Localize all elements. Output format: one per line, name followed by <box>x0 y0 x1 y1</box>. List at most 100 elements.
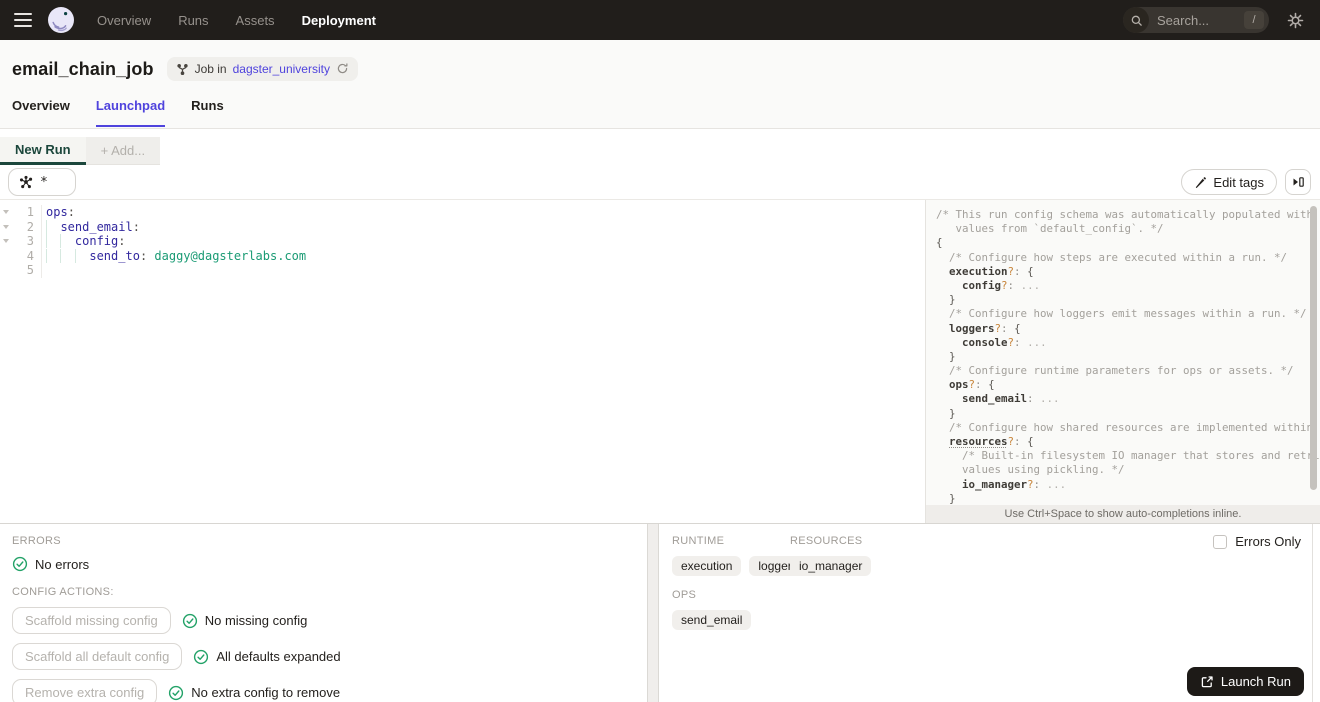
op-selector-value: * <box>40 175 48 190</box>
autocomplete-hint: Use Ctrl+Space to show auto-completions … <box>926 505 1320 523</box>
hamburger-menu-icon[interactable] <box>14 13 32 27</box>
fold-chevron-icon[interactable] <box>0 225 12 229</box>
job-location-badge: Job in dagster_university <box>167 57 358 81</box>
tab-launchpad[interactable]: Launchpad <box>96 98 165 127</box>
nav-assets[interactable]: Assets <box>236 13 275 28</box>
code-line: /* Configure how steps are executed with… <box>936 251 1302 265</box>
edit-tags-button[interactable]: Edit tags <box>1181 169 1277 195</box>
line-number: 5 <box>12 263 42 278</box>
session-tab-new-run[interactable]: New Run <box>0 137 86 165</box>
tag-io_manager[interactable]: io_manager <box>790 556 871 576</box>
code-line: } <box>936 293 1302 307</box>
errors-only-toggle: Errors Only <box>1213 534 1301 549</box>
section-label: RUNTIME <box>672 535 790 547</box>
code-line: ops: <box>46 205 306 220</box>
job-graph-icon <box>176 63 189 76</box>
code-line: /* Built-in filesystem IO manager that s… <box>936 449 1302 463</box>
schema-scrollbar[interactable] <box>1310 206 1317 490</box>
action-status-text: No extra config to remove <box>191 685 340 700</box>
errors-only-checkbox[interactable] <box>1213 535 1227 549</box>
launchpad-toolbar: * Edit tags <box>0 165 1320 200</box>
check-circle-icon <box>193 649 209 665</box>
search-input[interactable]: Search... / <box>1123 7 1269 33</box>
action-status-text: All defaults expanded <box>216 649 340 664</box>
launch-run-label: Launch Run <box>1221 674 1291 689</box>
code-line: { <box>936 236 1302 250</box>
dagster-logo-icon[interactable] <box>47 6 75 34</box>
code-line: } <box>936 492 1302 506</box>
settings-gear-icon[interactable] <box>1287 12 1304 29</box>
gutter-line: 4 <box>0 249 42 264</box>
config-action-row: Remove extra config No extra config to re… <box>12 679 635 702</box>
add-session-tab-button[interactable]: + Add... <box>86 137 160 165</box>
code-line: /* Configure how shared resources are im… <box>936 421 1302 435</box>
code-line: console?: ... <box>936 336 1302 350</box>
gutter-line: 1 <box>0 205 42 220</box>
config-schema-panel[interactable]: /* This run config schema was automatica… <box>925 200 1320 523</box>
badge-prefix: Job in <box>195 62 227 76</box>
bottom-splitter-handle[interactable] <box>647 524 659 702</box>
code-line: ops?: { <box>936 378 1302 392</box>
tag-row: io_manager <box>790 556 871 576</box>
action-status-text: No missing config <box>205 613 308 628</box>
op-selector-input[interactable]: * <box>8 168 76 196</box>
line-number: 2 <box>12 220 42 235</box>
code-line: send_email: <box>46 220 306 235</box>
launchpad-session-tabs: New Run+ Add... <box>0 137 1320 165</box>
launch-run-button[interactable]: Launch Run <box>1187 667 1304 696</box>
errors-only-label: Errors Only <box>1235 534 1301 549</box>
config-action-row: Scaffold all default config All defaults … <box>12 643 635 670</box>
code-line: /* Configure how loggers emit messages w… <box>936 307 1302 321</box>
fold-chevron-icon[interactable] <box>0 239 12 243</box>
tab-overview[interactable]: Overview <box>12 98 70 127</box>
config-action-row: Scaffold missing config No missing config <box>12 607 635 634</box>
tab-runs[interactable]: Runs <box>191 98 224 127</box>
code-line <box>46 263 306 278</box>
code-line: values using pickling. */ <box>936 463 1302 477</box>
check-circle-icon <box>168 685 184 701</box>
config-code-editor[interactable]: 12345 ops: send_email: config: send_to: … <box>0 200 925 523</box>
topbar-nav: Overview Runs Assets Deployment <box>97 13 376 28</box>
section-group-ops: OPS send_email <box>672 589 1299 630</box>
code-line: config?: ... <box>936 279 1302 293</box>
action-status: No missing config <box>182 613 308 629</box>
play-panel-icon <box>1291 175 1305 189</box>
scaffold-all-default-config-button[interactable]: Scaffold all default config <box>12 643 182 670</box>
reload-icon[interactable] <box>336 62 349 77</box>
line-number: 1 <box>12 205 42 220</box>
search-icon <box>1123 7 1149 33</box>
gutter-line: 2 <box>0 220 42 235</box>
pencil-icon <box>1194 176 1207 189</box>
scaffold-missing-config-button[interactable]: Scaffold missing config <box>12 607 171 634</box>
fold-chevron-icon[interactable] <box>0 210 12 214</box>
repo-link[interactable]: dagster_university <box>233 62 330 76</box>
search-placeholder: Search... <box>1157 13 1244 28</box>
code-line: loggers?: { <box>936 322 1302 336</box>
editor-gutter: 12345 <box>0 205 42 523</box>
gutter-line: 3 <box>0 234 42 249</box>
code-line: io_manager?: ... <box>936 478 1302 492</box>
tag-send_email[interactable]: send_email <box>672 610 751 630</box>
errors-label: ERRORS <box>12 535 635 547</box>
code-line: /* This run config schema was automatica… <box>936 208 1302 222</box>
code-line: resources?: { <box>936 435 1302 449</box>
check-circle-icon <box>182 613 198 629</box>
code-line: } <box>936 350 1302 364</box>
section-group-runtime: RUNTIME executionloggers <box>672 535 790 576</box>
nav-deployment[interactable]: Deployment <box>302 13 376 28</box>
code-line: config: <box>46 234 306 249</box>
nav-runs[interactable]: Runs <box>178 13 208 28</box>
expand-panel-button[interactable] <box>1285 169 1311 195</box>
tag-row: executionloggers <box>672 556 790 576</box>
tag-execution[interactable]: execution <box>672 556 741 576</box>
op-graph-icon <box>19 175 33 189</box>
check-circle-icon <box>12 556 28 572</box>
search-shortcut-key: / <box>1244 11 1264 29</box>
no-errors-status: No errors <box>12 556 635 572</box>
action-status: No extra config to remove <box>168 685 340 701</box>
remove-extra-config-button[interactable]: Remove extra config <box>12 679 157 702</box>
code-line: } <box>936 407 1302 421</box>
nav-overview[interactable]: Overview <box>97 13 151 28</box>
section-label: RESOURCES <box>790 535 871 547</box>
section-label: OPS <box>672 589 1299 601</box>
